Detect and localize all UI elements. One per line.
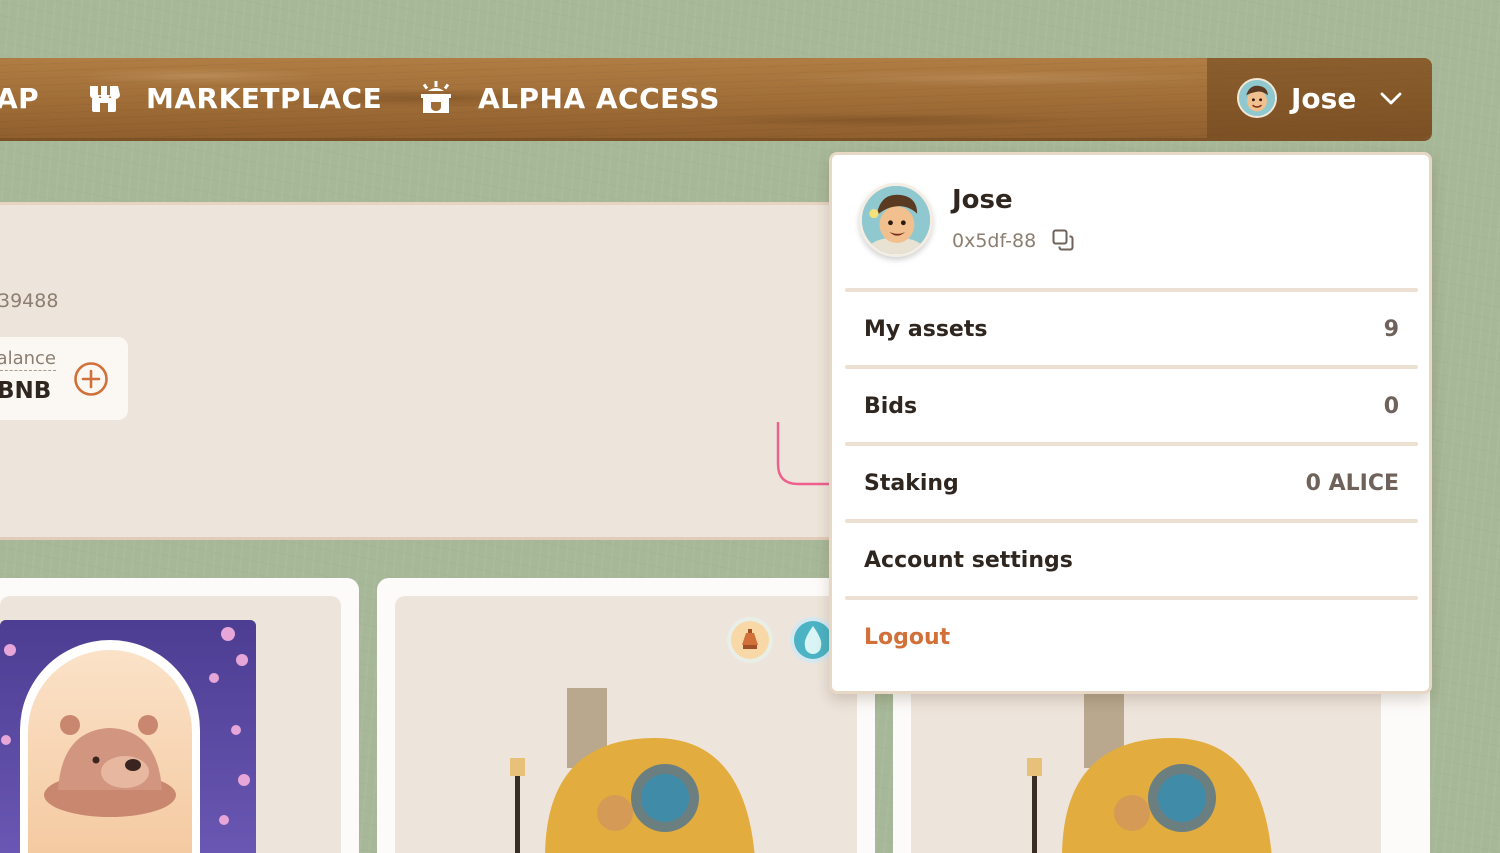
nav-item-label: AP	[0, 81, 40, 115]
wallet-address: 0x5df-88	[952, 230, 1037, 252]
add-balance-button[interactable]	[73, 361, 109, 397]
nav-item-alpha-access[interactable]: ALPHA ACCESS	[418, 58, 720, 138]
balance-label: alance	[0, 348, 56, 371]
copy-icon[interactable]	[1051, 228, 1075, 252]
menu-item-label: Bids	[864, 394, 918, 419]
avatar-image	[862, 186, 930, 254]
menu-item-label: Logout	[864, 625, 951, 650]
bear-hat-artwork	[0, 620, 256, 853]
menu-item-label: Account settings	[864, 548, 1073, 573]
house-artwork	[510, 688, 755, 853]
nav-item-label: ALPHA ACCESS	[478, 81, 720, 115]
avatar-image	[1239, 80, 1275, 116]
menu-item-label: Staking	[864, 471, 959, 496]
profile-panel	[0, 202, 860, 538]
chevron-down-icon	[1380, 92, 1402, 105]
divider	[845, 288, 1418, 292]
user-name: Jose	[1291, 81, 1357, 115]
wallet-address-text: 39488	[0, 290, 59, 312]
avatar	[1237, 78, 1277, 118]
menu-item-value: 0	[1383, 394, 1399, 419]
menu-item-my-assets[interactable]: My assets 9	[845, 293, 1418, 366]
lantern-badge-icon	[727, 617, 773, 663]
user-dropdown-menu: Jose 0x5df-88 My assets 9 Bids 0 Staking…	[829, 152, 1432, 694]
dropdown-user-name: Jose	[952, 185, 1013, 215]
menu-item-label: My assets	[864, 317, 988, 342]
divider	[845, 442, 1418, 446]
user-menu-button[interactable]: Jose	[1207, 58, 1432, 138]
marketplace-icon	[90, 86, 120, 112]
divider	[0, 537, 860, 540]
divider	[845, 596, 1418, 600]
menu-item-staking[interactable]: Staking 0 ALICE	[845, 447, 1418, 520]
menu-item-value: 9	[1383, 317, 1399, 342]
menu-item-logout[interactable]: Logout	[845, 601, 1418, 674]
divider	[845, 365, 1418, 369]
alpha-access-icon	[421, 81, 451, 113]
menu-item-account-settings[interactable]: Account settings	[845, 524, 1418, 597]
menu-item-value: 0 ALICE	[1305, 471, 1399, 496]
house-artwork	[1027, 688, 1272, 853]
nav-item-label: MARKETPLACE	[146, 81, 383, 115]
divider	[845, 519, 1418, 523]
dropdown-header: Jose 0x5df-88	[832, 155, 1429, 291]
menu-item-bids[interactable]: Bids 0	[845, 370, 1418, 443]
avatar	[859, 183, 933, 257]
top-navbar: AP MARKETPLACE ALPHA ACCESS Jose	[0, 58, 1432, 138]
nav-item-map[interactable]: AP	[0, 58, 39, 138]
balance-value: BNB	[0, 378, 52, 404]
nav-item-marketplace[interactable]: MARKETPLACE	[86, 58, 382, 138]
